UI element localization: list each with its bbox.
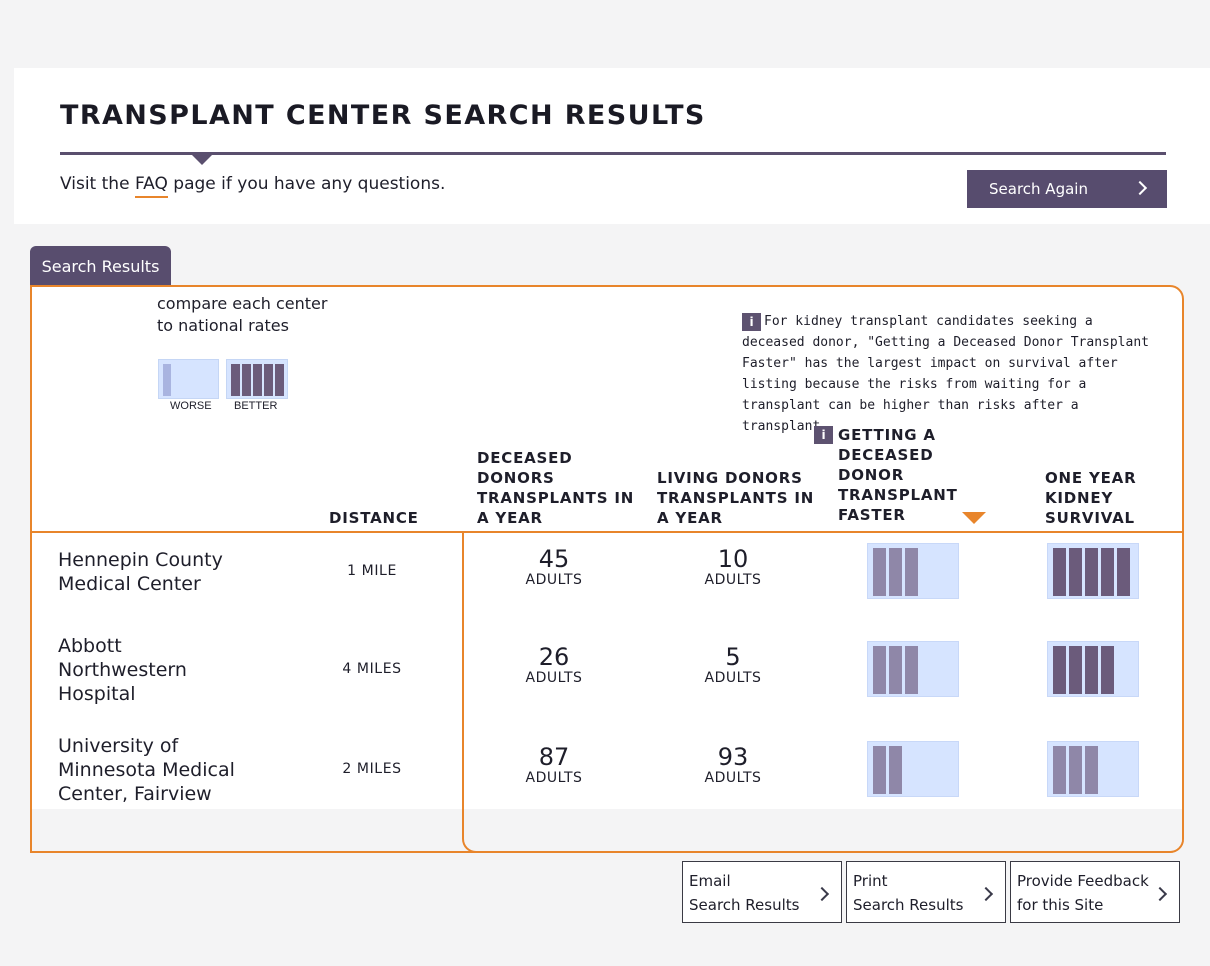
feedback-button[interactable]: Provide Feedback for this Site [1010,861,1180,923]
print-results-button[interactable]: Print Search Results [846,861,1006,923]
meter-bar [231,364,240,396]
meter-bar [253,364,262,396]
meter-bar [1085,646,1098,694]
meter-bar [873,646,886,694]
faq-suffix: page if you have any questions. [167,174,446,194]
meter-bar [1069,646,1082,694]
info-note: i For kidney transplant candidates seeki… [742,311,1152,437]
deceased-count: 26 ADULTS [494,644,614,686]
survival-meter [1047,641,1139,697]
legend-better-label: BETTER [234,400,278,412]
title-rule [60,152,1166,155]
results-panel: compare each center to national rates WO… [30,285,1184,853]
meter-bar [905,548,918,596]
meter-bar [1053,646,1066,694]
page-title: TRANSPLANT CENTER SEARCH RESULTS [60,100,706,131]
deceased-count: 87 ADULTS [494,744,614,786]
col-distance[interactable]: DISTANCE [329,508,419,528]
living-count: 93 ADULTS [673,744,793,786]
meter-bar [1053,548,1066,596]
center-distance: 4 MILES [342,661,402,677]
meter-bar [889,548,902,596]
faq-link[interactable]: FAQ [134,174,168,198]
meter-bar [889,746,902,794]
faster-meter [867,641,959,697]
meter-bar [264,364,273,396]
chevron-right-icon [1132,180,1148,196]
search-again-button[interactable]: Search Again [967,170,1167,208]
meter-bar [1085,746,1098,794]
living-count-value: 10 [717,545,749,573]
meter-bar [1069,548,1082,596]
faster-meter [867,741,959,797]
center-name[interactable]: University of Minnesota Medical Center, … [58,734,258,806]
center-distance: 2 MILES [342,761,402,777]
living-count-unit: ADULTS [704,572,762,588]
center-name[interactable]: Abbott Northwestern Hospital [58,634,208,706]
info-note-text: For kidney transplant candidates seeking… [742,314,1149,434]
col-survival[interactable]: ONE YEAR KIDNEY SURVIVAL [1045,468,1155,528]
title-notch [191,154,213,165]
col-deceased[interactable]: DECEASED DONORS TRANSPLANTS IN A YEAR [477,448,637,528]
table-row[interactable]: Abbott Northwestern Hospital 4 MILES 26 ADU… [32,620,1182,720]
deceased-count-value: 26 [538,643,570,671]
living-count-value: 5 [725,643,741,671]
meter-bar [873,746,886,794]
deceased-count-unit: ADULTS [525,770,583,786]
meter-bar [275,364,284,396]
faq-prefix: Visit the [60,174,135,194]
living-count-value: 93 [717,743,749,771]
faq-line: Visit the FAQ page if you have any quest… [60,174,446,198]
meter-bar [1085,548,1098,596]
living-count: 5 ADULTS [673,644,793,686]
deceased-count-unit: ADULTS [525,670,583,686]
col-faster[interactable]: GETTING A DECEASED DONOR TRANSPLANT FAST… [838,425,968,525]
living-count-unit: ADULTS [704,770,762,786]
center-name[interactable]: Hennepin County Medical Center [58,548,248,596]
meter-bar [163,364,171,396]
search-again-label: Search Again [989,180,1088,198]
living-count-unit: ADULTS [704,670,762,686]
survival-meter [1047,543,1139,599]
meter-bar [1053,746,1066,794]
meter-bar [889,646,902,694]
deceased-count-value: 45 [538,545,570,573]
living-count: 10 ADULTS [673,546,793,588]
tab-search-results[interactable]: Search Results [30,246,171,286]
email-results-button[interactable]: Email Search Results [682,861,842,923]
meter-bar [1117,548,1130,596]
info-icon[interactable]: i [742,313,761,331]
deceased-count: 45 ADULTS [494,546,614,588]
faster-meter [867,543,959,599]
legend-better-meter [226,359,288,399]
legend-worse-meter [158,359,219,399]
legend-text: compare each center to national rates [157,294,328,335]
deceased-count-value: 87 [538,743,570,771]
meter-bar [873,548,886,596]
deceased-count-unit: ADULTS [525,572,583,588]
faster-info-icon[interactable]: i [814,426,833,444]
col-living[interactable]: LIVING DONORS TRANSPLANTS IN A YEAR [657,468,817,528]
center-distance: 1 MILE [347,563,397,579]
table-row[interactable]: Hennepin County Medical Center 1 MILE 45 AD… [32,532,1182,620]
sort-desc-icon[interactable] [962,512,986,524]
survival-meter [1047,741,1139,797]
header-card: TRANSPLANT CENTER SEARCH RESULTS Visit t… [14,68,1210,224]
meter-bar [905,646,918,694]
meter-bar [1101,548,1114,596]
meter-bar [242,364,251,396]
meter-bar [1101,646,1114,694]
feedback-line1: Provide Feedback [1017,872,1149,890]
legend-worse-label: WORSE [170,400,212,412]
table-row[interactable]: University of Minnesota Medical Center, … [32,720,1182,812]
meter-bar [1069,746,1082,794]
